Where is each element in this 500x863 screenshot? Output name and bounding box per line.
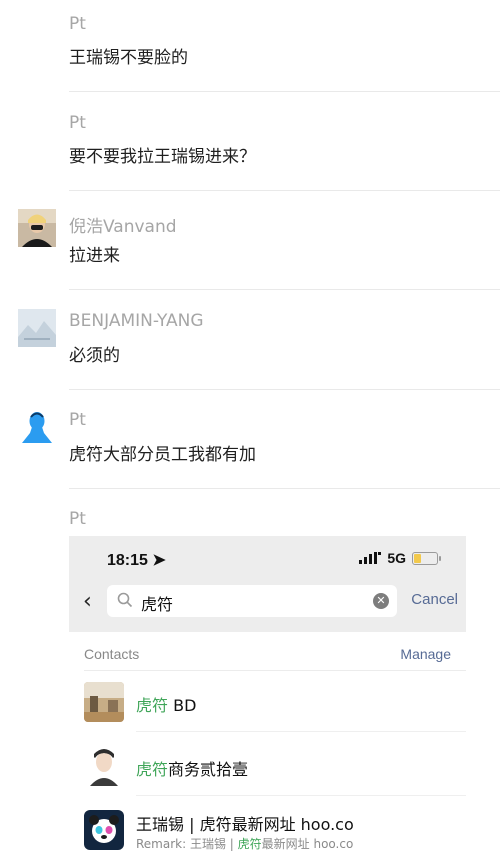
message-text[interactable]: 要不要我拉王瑞锡进来？ [69, 142, 256, 167]
contact-avatar [84, 746, 124, 786]
contact-item[interactable]: 虎符商务贰拾壹 [69, 736, 466, 796]
battery-icon [412, 551, 441, 565]
landscape-photo-icon [84, 682, 124, 722]
avatar[interactable] [18, 209, 56, 247]
sender-name: Pt [69, 410, 86, 430]
remark-prefix: Remark: 王瑞锡 | [136, 837, 238, 851]
search-header: 18:15 ➤ 5G ‹ 虎符 ✕ Cancel [69, 536, 466, 632]
message-text[interactable]: 虎符大部分员工我都有加 [69, 440, 256, 465]
avatar[interactable] [18, 309, 56, 347]
location-arrow-icon: ➤ [152, 552, 166, 569]
contact-remark: Remark: 王瑞锡 | 虎符最新网址 hoo.co [136, 835, 353, 852]
divider [69, 190, 500, 191]
sender-name: Pt [69, 113, 86, 133]
message-text[interactable]: 必须的 [69, 341, 120, 366]
status-bar-right: 5G [359, 550, 441, 566]
manage-link[interactable]: Manage [400, 646, 451, 662]
blue-silhouette-icon [18, 407, 56, 445]
divider [136, 731, 466, 732]
contact-avatar [84, 682, 124, 722]
clear-icon[interactable]: ✕ [373, 593, 389, 609]
avatar[interactable] [18, 407, 56, 445]
network-type: 5G [387, 550, 406, 566]
panda-logo-icon [84, 810, 124, 850]
divider [69, 91, 500, 92]
sender-name: Pt [69, 509, 86, 529]
status-time: 18:15 [107, 552, 148, 569]
message-text[interactable]: 拉进来 [69, 241, 120, 266]
back-chevron-icon[interactable]: ‹ [83, 589, 92, 614]
sender-name: Pt [69, 14, 86, 34]
sender-name: BENJAMIN-YANG [69, 311, 204, 331]
cancel-button[interactable]: Cancel [411, 591, 458, 608]
contact-item[interactable]: 虎符 BD [69, 672, 466, 732]
contact-item[interactable]: 王瑞锡 | 虎符最新网址 hoo.co Remark: 王瑞锡 | 虎符最新网址… [69, 800, 466, 860]
contact-name-rest: 商务贰拾壹 [168, 760, 249, 779]
contact-name: 虎符 BD [136, 692, 196, 716]
divider [136, 795, 466, 796]
divider [69, 488, 500, 489]
match-highlight: 虎符 [136, 696, 169, 715]
remark-rest: 最新网址 hoo.co [261, 837, 354, 851]
shared-screenshot[interactable]: 18:15 ➤ 5G ‹ 虎符 ✕ Cancel Contacts Manage… [69, 536, 466, 863]
status-bar-time: 18:15 ➤ [107, 550, 166, 570]
match-highlight: 虎符 [237, 837, 262, 851]
contact-name-rest: BD [168, 696, 197, 715]
search-input[interactable]: 虎符 ✕ [107, 585, 397, 617]
contact-name: 王瑞锡 | 虎符最新网址 hoo.co [136, 815, 354, 834]
section-label-contacts: Contacts [84, 646, 140, 662]
match-highlight: 虎符 [136, 760, 169, 779]
contact-avatar [84, 810, 124, 850]
divider [69, 389, 500, 390]
landscape-placeholder-icon [18, 309, 56, 347]
person-photo-icon [18, 209, 56, 247]
battery-level [414, 553, 422, 563]
contact-name: 虎符商务贰拾壹 [136, 756, 248, 780]
message-text[interactable]: 王瑞锡不要脸的 [69, 43, 188, 68]
sender-name: 倪浩Vanvand [69, 217, 177, 237]
divider [69, 289, 500, 290]
search-query: 虎符 [141, 595, 174, 614]
signal-icon [359, 552, 382, 564]
cartoon-person-icon [84, 746, 124, 786]
divider [84, 670, 466, 671]
search-icon [117, 592, 133, 608]
